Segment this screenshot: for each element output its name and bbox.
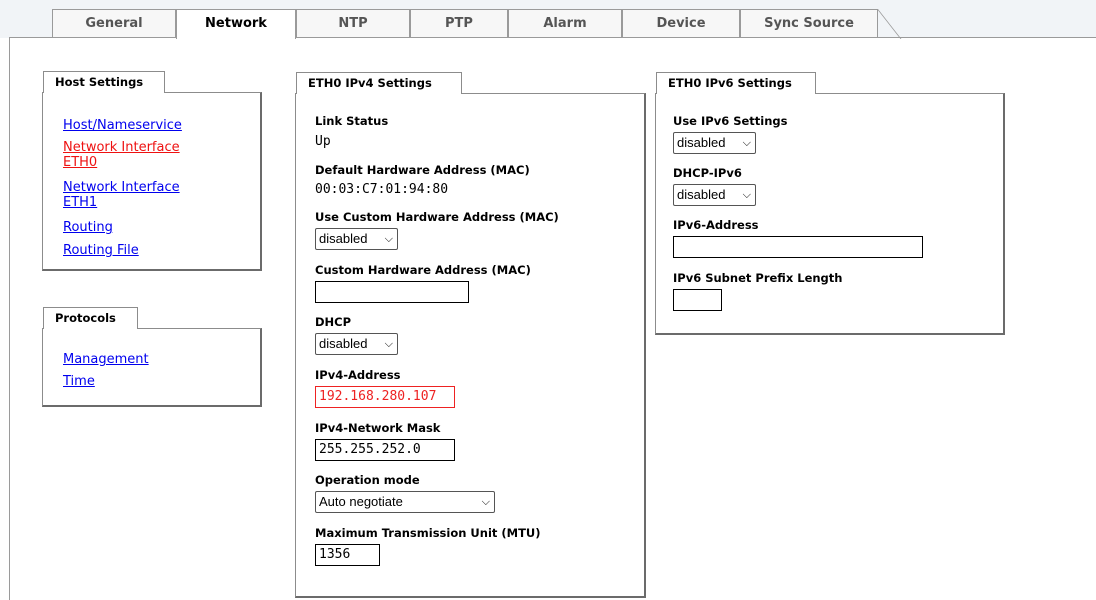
ipv4-address-label: IPv4-Address [315,368,401,382]
link-status-value: Up [315,134,331,149]
use-ipv6-select-value: disabled [677,135,726,150]
mtu-input[interactable]: 1356 [315,544,380,566]
default-mac-label: Default Hardware Address (MAC) [315,163,530,177]
tab-network[interactable]: Network [176,9,296,39]
nav-link-routing[interactable]: Routing [63,220,213,235]
tab-bar: General Network NTP PTP Alarm Device Syn… [0,0,1096,39]
ipv6-settings-title: ETH0 IPv6 Settings [656,72,816,94]
dhcp-label: DHCP [315,315,352,329]
nav-link-network-interface-eth0[interactable]: Network Interface ETH0 [63,140,213,170]
custom-mac-label: Custom Hardware Address (MAC) [315,263,531,277]
tab-ntp[interactable]: NTP [296,9,410,38]
ipv4-address-input[interactable]: 192.168.280.107 [315,386,455,408]
operation-mode-label: Operation mode [315,473,420,487]
tab-general[interactable]: General [52,9,176,38]
nav-link-network-interface-eth1[interactable]: Network Interface ETH1 [63,180,213,210]
ipv4-netmask-input[interactable]: 255.255.252.0 [315,439,455,461]
use-ipv6-select[interactable]: disabled ⌵ [673,132,756,154]
ipv6-prefix-input[interactable] [673,289,722,311]
custom-mac-input[interactable] [315,281,469,303]
dhcp-select[interactable]: disabled ⌵ [315,333,398,355]
tab-baseline-left [9,37,176,38]
operation-mode-select-value: Auto negotiate [319,494,403,509]
operation-mode-select[interactable]: Auto negotiate ⌵ [315,491,495,513]
dhcp-ipv6-label: DHCP-IPv6 [673,166,742,180]
ipv4-settings-title: ETH0 IPv4 Settings [296,72,462,94]
chevron-down-icon: ⌵ [481,496,490,508]
link-status-label: Link Status [315,114,389,128]
tab-ptp[interactable]: PTP [410,9,508,38]
default-mac-value: 00:03:C7:01:94:80 [315,182,449,197]
mtu-label: Maximum Transmission Unit (MTU) [315,526,541,540]
ipv6-address-label: IPv6-Address [673,218,759,232]
nav-link-time[interactable]: Time [63,374,213,389]
nav-link-management[interactable]: Management [63,352,213,367]
chevron-down-icon: ⌵ [742,137,751,149]
nav-link-routing-file[interactable]: Routing File [63,243,213,258]
use-custom-mac-select[interactable]: disabled ⌵ [315,228,398,250]
use-custom-mac-select-value: disabled [319,231,368,246]
tab-alarm[interactable]: Alarm [508,9,622,38]
ipv4-netmask-label: IPv4-Network Mask [315,421,441,435]
content-left-border [9,37,10,600]
ipv6-address-input[interactable] [673,236,923,258]
tab-edge-divider [877,9,902,39]
nav-link-host-nameservice[interactable]: Host/Nameservice [63,118,213,133]
use-ipv6-label: Use IPv6 Settings [673,114,788,128]
host-settings-title: Host Settings [43,71,165,93]
dhcp-ipv6-select[interactable]: disabled ⌵ [673,184,756,206]
tab-baseline-right [296,37,1096,38]
use-custom-mac-label: Use Custom Hardware Address (MAC) [315,210,559,224]
protocols-panel [42,328,262,407]
protocols-title: Protocols [43,307,138,329]
dhcp-select-value: disabled [319,336,368,351]
chevron-down-icon: ⌵ [742,189,751,201]
chevron-down-icon: ⌵ [384,338,393,350]
tab-device[interactable]: Device [622,9,740,38]
dhcp-ipv6-select-value: disabled [677,187,726,202]
chevron-down-icon: ⌵ [384,233,393,245]
tab-sync-source[interactable]: Sync Source [740,9,878,38]
ipv6-prefix-label: IPv6 Subnet Prefix Length [673,271,843,285]
